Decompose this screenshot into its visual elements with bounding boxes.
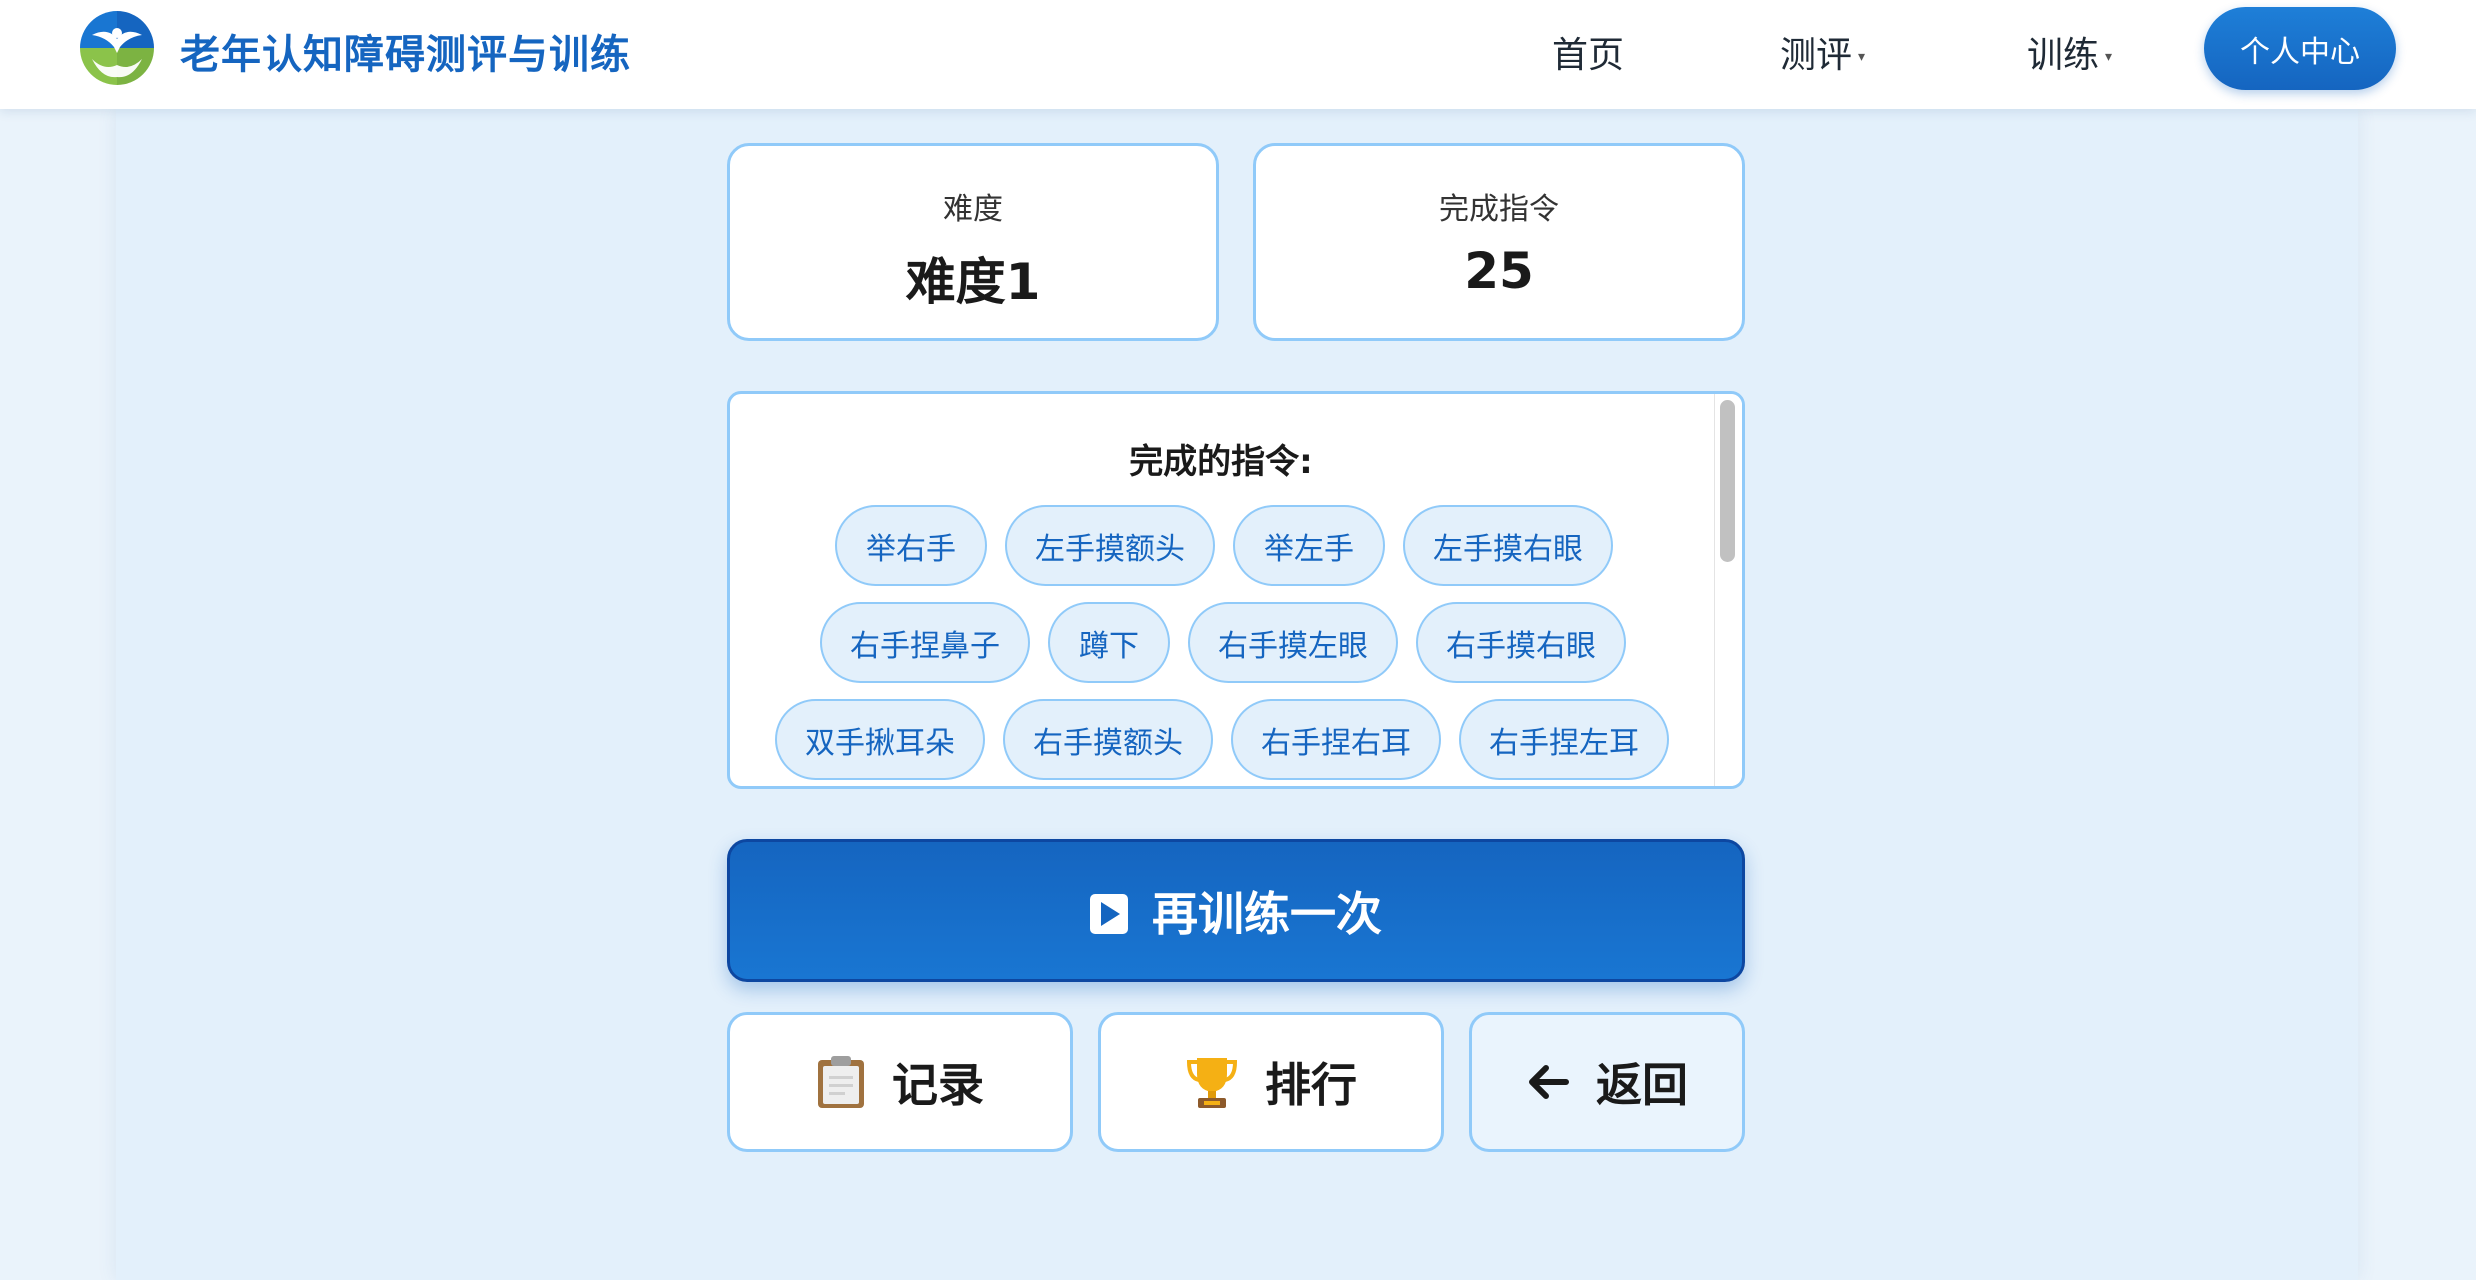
trophy-icon [1185,1054,1239,1110]
clipboard-icon [816,1054,866,1110]
command-tag: 左手摸右眼 [1403,505,1613,586]
nav-training-label[interactable]: 训练 [2027,35,2099,76]
top-navbar: 老年认知障碍测评与训练 首页 测评 ▾ 训练 ▾ 个人中心 [0,0,2476,109]
difficulty-value: 难度1 [905,253,1041,311]
command-tag: 蹲下 [1048,602,1170,683]
difficulty-label: 难度 [943,192,1003,227]
command-tag: 右手摸额头 [1003,699,1213,780]
nav-assessment-label[interactable]: 测评 [1780,35,1852,76]
nav-training[interactable]: 训练 ▾ [2027,26,2112,78]
arrow-left-icon [1526,1062,1570,1102]
nav-home-label[interactable]: 首页 [1552,35,1624,76]
app-logo-icon[interactable] [78,9,156,87]
commands-title: 完成的指令: [1129,442,1313,482]
command-tag: 举右手 [835,505,987,586]
retrain-label: 再训练一次 [1152,886,1382,941]
command-tag: 右手摸右眼 [1416,602,1626,683]
command-tag: 左手摸额头 [1005,505,1215,586]
commands-scrollbar-thumb[interactable] [1720,400,1735,562]
command-tag: 右手捏左耳 [1459,699,1669,780]
nav-home[interactable]: 首页 [1552,26,1624,78]
app-title[interactable]: 老年认知障碍测评与训练 [180,22,631,80]
difficulty-card: 难度 难度1 [727,143,1219,341]
personal-center-button[interactable]: 个人中心 [2204,7,2396,90]
back-label: 返回 [1596,1058,1688,1112]
completed-commands-label: 完成指令 [1439,192,1559,227]
chevron-down-icon: ▾ [2105,49,2113,65]
command-tag: 右手捏鼻子 [820,602,1030,683]
records-label: 记录 [892,1058,984,1112]
completed-commands-list[interactable]: 完成的指令: 举右手 左手摸额头 举左手 左手摸右眼 右手捏鼻子 蹲下 右手摸左… [727,391,1745,789]
commands-scrollbar[interactable] [1714,394,1742,786]
retrain-button[interactable]: 再训练一次 [727,839,1745,982]
nav-assessment[interactable]: 测评 ▾ [1780,26,1865,78]
ranking-button[interactable]: 排行 [1098,1012,1444,1152]
command-tag: 右手捏右耳 [1231,699,1441,780]
completed-commands-card: 完成指令 25 [1253,143,1745,341]
command-tag: 双手揪耳朵 [775,699,985,780]
play-icon [1090,891,1128,934]
ranking-label: 排行 [1265,1058,1357,1112]
chevron-down-icon: ▾ [1858,49,1866,65]
records-button[interactable]: 记录 [727,1012,1073,1152]
command-tag: 举左手 [1233,505,1385,586]
command-tag: 右手摸左眼 [1188,602,1398,683]
completed-commands-count: 25 [1464,242,1534,300]
back-button[interactable]: 返回 [1469,1012,1745,1152]
